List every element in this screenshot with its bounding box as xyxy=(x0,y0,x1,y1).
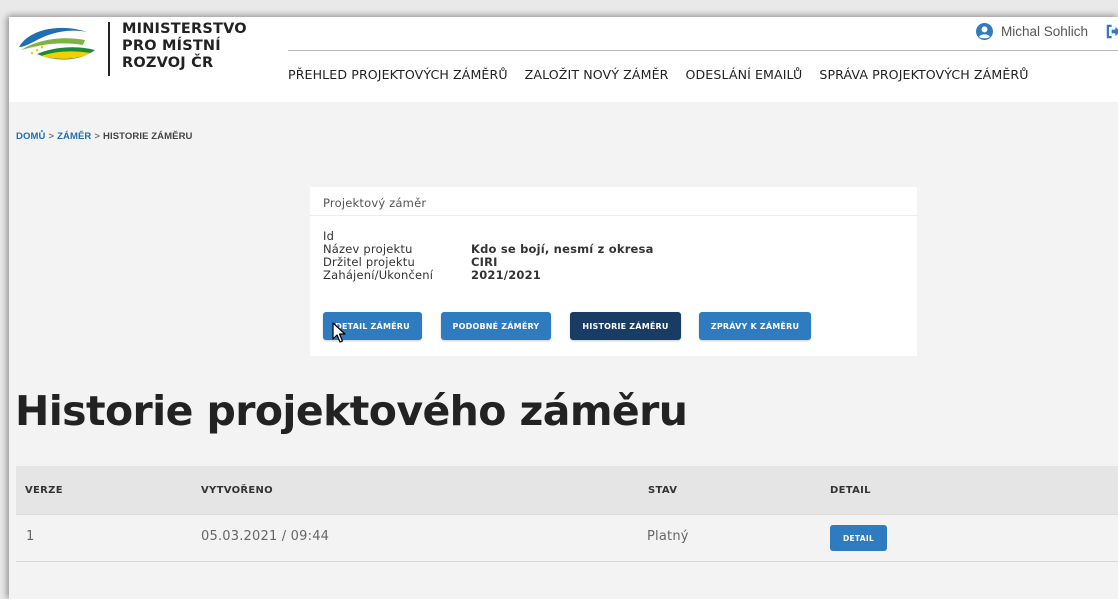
field-label: Zahájení/Ukončení xyxy=(323,268,434,282)
field-value: Kdo se bojí, nesmí z okresa xyxy=(471,242,654,256)
breadcrumb-separator: > xyxy=(94,131,101,142)
app-window: MINISTERSTVO PRO MÍSTNÍ ROZVOJ ČR Michal… xyxy=(9,17,1118,599)
logout-icon[interactable] xyxy=(1106,24,1118,39)
cell-created: 05.03.2021 / 09:44 xyxy=(201,529,330,544)
similar-plans-button[interactable]: PODOBNÉ ZÁMĚRY xyxy=(441,312,551,340)
table-row xyxy=(16,514,1118,562)
breadcrumb: DOMŮ > ZÁMĚR > HISTORIE ZÁMĚRU xyxy=(16,131,193,142)
logo-divider xyxy=(108,22,110,76)
nav-item-new-plan[interactable]: ZALOŽIT NOVÝ ZÁMĚR xyxy=(525,67,669,82)
nav-item-admin[interactable]: SPRÁVA PROJEKTOVÝCH ZÁMĚRŮ xyxy=(819,67,1028,82)
logo-line: MINISTERSTVO xyxy=(122,21,247,37)
breadcrumb-plan[interactable]: ZÁMĚR xyxy=(57,131,91,142)
field-value: 2021/2021 xyxy=(471,268,542,282)
logo-line: ROZVOJ ČR xyxy=(122,55,214,71)
plan-messages-button[interactable]: ZPRÁVY K ZÁMĚRU xyxy=(699,312,811,340)
nav-item-overview[interactable]: PŘEHLED PROJEKTOVÝCH ZÁMĚRŮ xyxy=(288,67,508,82)
user-menu: Michal Sohlich xyxy=(975,21,1118,41)
user-circle-icon[interactable] xyxy=(975,22,993,40)
project-info: Id Název projektu Kdo se bojí, nesmí z o… xyxy=(323,230,654,282)
card-title: Projektový záměr xyxy=(323,196,427,210)
cell-version: 1 xyxy=(26,529,35,544)
column-header-version: VERZE xyxy=(25,485,63,496)
card-divider xyxy=(310,215,917,216)
user-name[interactable]: Michal Sohlich xyxy=(1001,24,1088,39)
main-nav: PŘEHLED PROJEKTOVÝCH ZÁMĚRŮ ZALOŽIT NOVÝ… xyxy=(288,67,1046,82)
nav-divider xyxy=(288,50,1118,51)
page-title: Historie projektového záměru xyxy=(15,387,688,435)
ministry-name: MINISTERSTVO PRO MÍSTNÍ ROZVOJ ČR xyxy=(122,21,247,72)
cell-state: Platný xyxy=(647,529,689,544)
breadcrumb-home[interactable]: DOMŮ xyxy=(16,131,45,142)
mouse-cursor-icon xyxy=(332,322,346,343)
breadcrumb-separator: > xyxy=(48,131,55,142)
header: MINISTERSTVO PRO MÍSTNÍ ROZVOJ ČR Michal… xyxy=(9,17,1118,102)
row-detail-button[interactable]: DETAIL xyxy=(830,525,887,551)
ministry-logo[interactable] xyxy=(15,23,99,65)
column-header-detail: DETAIL xyxy=(830,485,871,496)
plan-history-button[interactable]: HISTORIE ZÁMĚRU xyxy=(570,312,681,340)
breadcrumb-current: HISTORIE ZÁMĚRU xyxy=(103,131,193,142)
table-header xyxy=(16,466,1118,514)
column-header-created: VYTVOŘENO xyxy=(201,485,273,496)
info-row: Zahájení/Ukončení 2021/2021 xyxy=(323,269,654,282)
column-header-state: STAV xyxy=(648,485,678,496)
logo-line: PRO MÍSTNÍ xyxy=(122,38,221,54)
nav-item-emails[interactable]: ODESLÁNÍ EMAILŮ xyxy=(685,67,802,82)
